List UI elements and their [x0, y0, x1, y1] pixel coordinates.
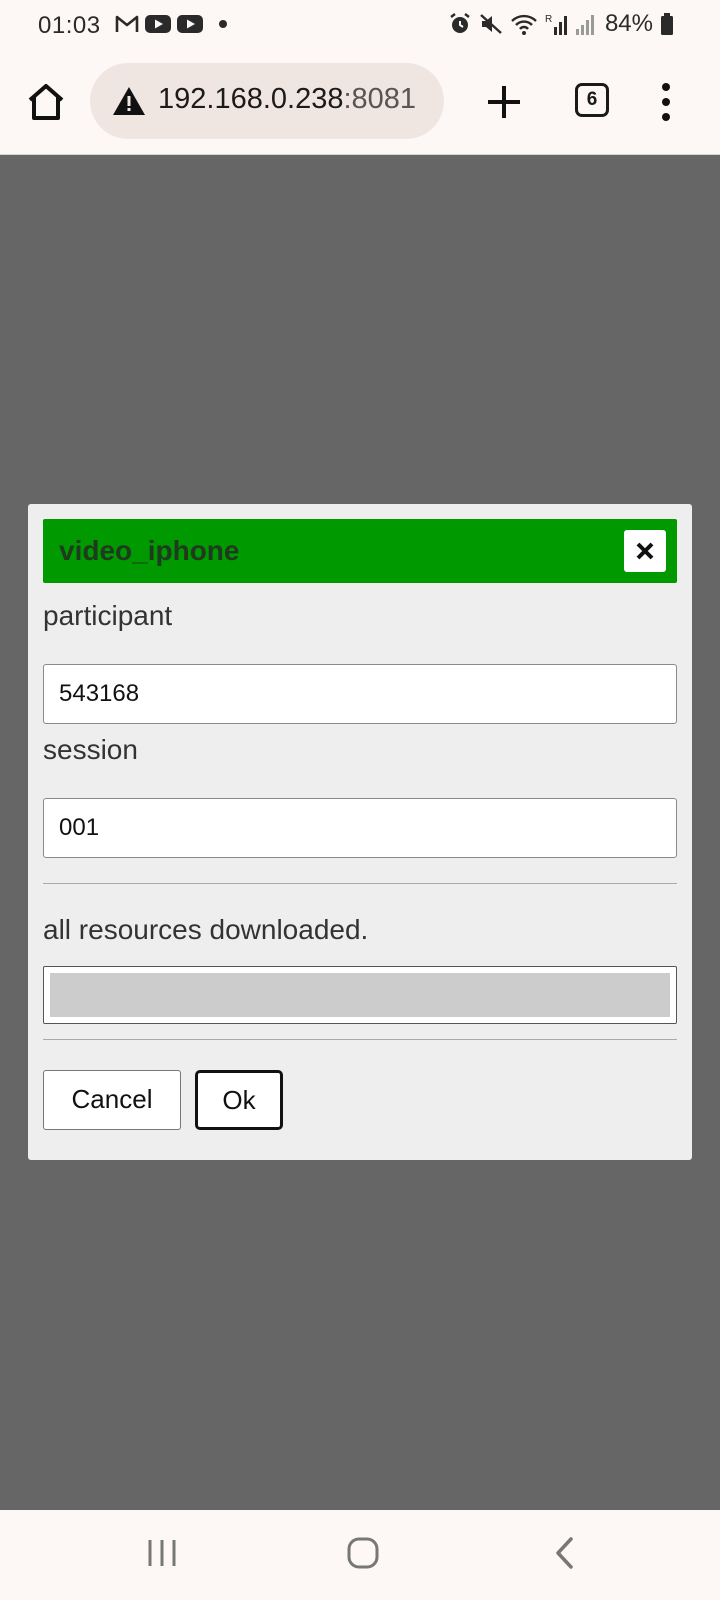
youtube-icon	[145, 14, 171, 34]
download-status: all resources downloaded.	[43, 914, 369, 945]
close-icon	[636, 542, 654, 560]
session-input[interactable]	[43, 798, 677, 858]
notification-dot-icon	[219, 20, 227, 28]
home-icon	[28, 84, 64, 120]
gmail-icon	[115, 14, 139, 34]
new-tab-button[interactable]	[482, 80, 526, 124]
url-bar[interactable]: 192.168.0.238:8081	[90, 63, 444, 139]
participant-label: participant	[43, 600, 173, 631]
system-nav-bar	[0, 1510, 720, 1600]
mute-icon	[479, 12, 503, 36]
download-progress-bar	[43, 966, 677, 1024]
participant-input[interactable]	[43, 664, 677, 724]
ok-button[interactable]: Ok	[195, 1070, 283, 1130]
browser-toolbar: 192.168.0.238:8081 6	[0, 52, 720, 155]
dialog-header: video_iphone	[43, 519, 677, 583]
plus-icon	[488, 86, 520, 118]
progress-fill	[50, 973, 670, 1017]
alarm-icon	[448, 12, 472, 36]
status-left-icons	[115, 14, 227, 34]
divider	[43, 1039, 677, 1040]
progress-track	[50, 973, 670, 1017]
url-host: 192.168.0.238	[158, 83, 344, 115]
status-right-icons: R 84%	[448, 10, 674, 38]
status-time: 01:03	[38, 12, 101, 39]
warning-icon[interactable]	[112, 85, 146, 117]
home-icon[interactable]	[346, 1536, 380, 1575]
more-vert-icon	[662, 83, 670, 121]
recent-apps-icon[interactable]	[146, 1536, 178, 1575]
close-button[interactable]	[624, 530, 666, 572]
battery-percentage: 84%	[604, 10, 653, 37]
more-menu-button[interactable]	[654, 78, 678, 126]
home-button[interactable]	[22, 78, 70, 126]
session-label: session	[43, 734, 138, 765]
svg-text:R: R	[545, 14, 552, 25]
dialog-title: video_iphone	[59, 535, 240, 566]
experiment-dialog: video_iphone participant session all res…	[28, 504, 692, 1160]
signal-icon	[574, 12, 596, 36]
youtube-icon	[177, 14, 203, 34]
status-bar: 01:03 R 84%	[0, 0, 720, 52]
tab-switcher-button[interactable]: 6	[575, 83, 609, 117]
signal-icon: R	[545, 12, 567, 36]
url-port: :8081	[343, 83, 417, 115]
cancel-button[interactable]: Cancel	[43, 1070, 181, 1130]
battery-icon	[660, 12, 674, 36]
url-text[interactable]: 192.168.0.238:8081	[158, 83, 416, 116]
wifi-icon	[510, 12, 538, 36]
back-icon[interactable]	[553, 1536, 577, 1575]
divider	[43, 883, 677, 884]
